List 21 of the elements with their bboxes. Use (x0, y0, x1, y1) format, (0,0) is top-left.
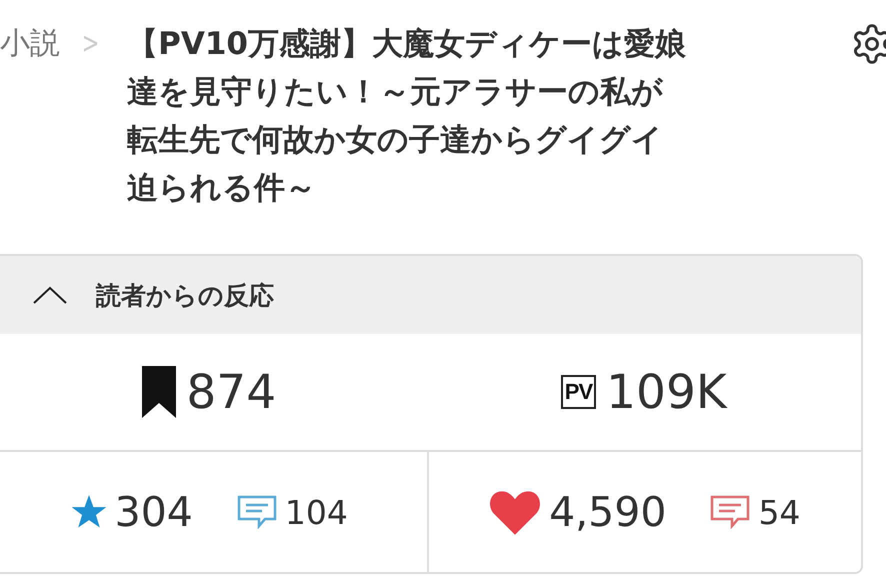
breadcrumb-link[interactable]: 小説 (0, 22, 60, 66)
pv-badge: PV (560, 375, 596, 409)
novel-title: 【PV10万感謝】大魔女ディケーは愛娘 (127, 25, 686, 64)
comment-icon (236, 495, 277, 529)
novel-title: 転生先で何故か女の子達からグイグイ (127, 121, 664, 160)
breadcrumb-separator: > (82, 25, 100, 63)
star-count: 304 (114, 488, 193, 536)
bookmark-count: 874 (186, 364, 276, 420)
star-icon (70, 495, 107, 529)
reactions-header[interactable]: 読者からの反応 (0, 256, 861, 334)
comment-count: 54 (758, 492, 800, 532)
heart-count: 4,590 (549, 488, 666, 536)
novel-title: 達を見守りたい！～元アラサーの私が (127, 73, 664, 112)
chevron-up-icon (32, 285, 68, 305)
review-count: 104 (284, 492, 348, 532)
comment-icon (710, 495, 750, 529)
section-title: 読者からの反応 (96, 280, 274, 312)
novel-title: 迫られる件～ (127, 169, 318, 208)
bookmark-icon (142, 366, 176, 418)
heart-icon (489, 489, 542, 535)
page-view-count: 109K (606, 364, 727, 420)
